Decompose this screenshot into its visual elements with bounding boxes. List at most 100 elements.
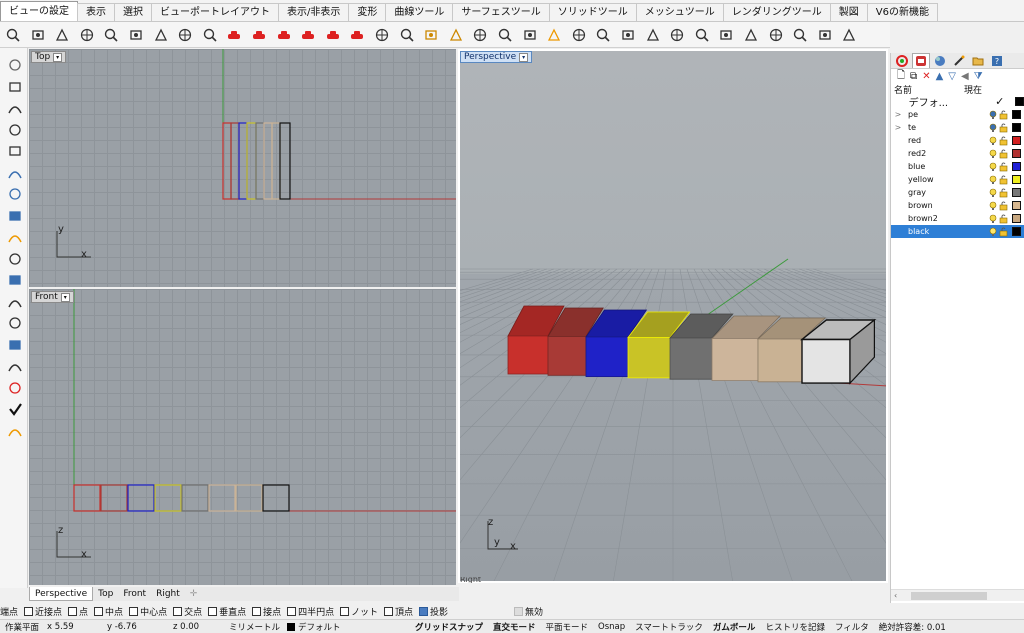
filter-toggle[interactable]: フィルタ (830, 621, 874, 633)
osnap-0[interactable]: 端点 (0, 605, 18, 618)
history-toggle[interactable]: ヒストリを記録 (760, 621, 830, 633)
layer-color-swatch[interactable] (1012, 201, 1021, 210)
layer-color-swatch[interactable] (1012, 175, 1021, 184)
osnap-1[interactable]: 近接点 (24, 605, 62, 618)
layer-name[interactable]: black (905, 227, 987, 236)
help-icon[interactable]: ? (988, 53, 1006, 68)
checkbox-icon[interactable] (68, 606, 78, 616)
layer-color-swatch[interactable] (1012, 188, 1021, 197)
checkbox-icon[interactable] (514, 606, 523, 616)
mesh-icon[interactable] (5, 207, 25, 225)
move-down-icon[interactable]: ▽ (948, 71, 956, 82)
layer-color-swatch[interactable] (1012, 149, 1021, 158)
layer-row-te[interactable]: > te (891, 121, 1024, 134)
layer-row-black[interactable]: black (891, 225, 1024, 238)
move-up-icon[interactable]: ▲ (936, 71, 944, 82)
checkbox-icon[interactable] (287, 606, 297, 616)
scroll-left-icon[interactable]: ‹ (891, 591, 897, 600)
tab-solid-tools[interactable]: ソリッドツール (548, 3, 637, 21)
move-icon[interactable] (644, 26, 662, 44)
lock-icon[interactable] (998, 123, 1009, 133)
add-viewport-icon[interactable]: ✛ (185, 587, 203, 601)
viewport-perspective[interactable]: Perspective ▾ z y x Right (458, 49, 888, 583)
new-layer-icon[interactable]: 🗋 (897, 68, 905, 85)
sphere-icon[interactable] (5, 164, 25, 182)
group-icon[interactable] (5, 379, 25, 397)
zoom-dynamic-icon[interactable] (78, 26, 96, 44)
visibility-bulb-icon[interactable] (987, 110, 998, 120)
osnap-8[interactable]: 四半円点 (287, 605, 334, 618)
osnap-11[interactable]: 投影 (418, 605, 448, 618)
layer-row-red[interactable]: red (891, 134, 1024, 147)
tab-drafting[interactable]: 製図 (829, 3, 868, 21)
osnap-toggle[interactable]: Osnap (593, 622, 630, 632)
delete-icon[interactable]: ✕ (922, 71, 930, 82)
new-sublayer-icon[interactable]: ⧉ (910, 71, 917, 82)
osnap-9[interactable]: ノット (340, 605, 378, 618)
current-layer[interactable]: デフォルト (282, 621, 410, 633)
layer-color-swatch[interactable] (1015, 97, 1024, 106)
lock-icon[interactable] (998, 188, 1009, 198)
tab-mesh-tools[interactable]: メッシュツール (635, 3, 724, 21)
layer-row-blue[interactable]: blue (891, 160, 1024, 173)
checkbox-icon[interactable] (208, 606, 218, 616)
camera-record-icon[interactable] (373, 26, 391, 44)
viewport-top[interactable]: Top ▾ y x (29, 49, 456, 287)
extrude-icon[interactable] (5, 228, 25, 246)
car-red4-icon[interactable] (324, 26, 342, 44)
osnap-7[interactable]: 接点 (252, 605, 281, 618)
visibility-bulb-icon[interactable] (987, 227, 998, 237)
boolean-icon[interactable] (5, 250, 25, 268)
rotate-view-icon[interactable] (29, 26, 47, 44)
chevron-down-icon[interactable]: ▾ (60, 292, 70, 302)
compass-icon[interactable] (521, 26, 539, 44)
checkbox-icon[interactable] (383, 606, 393, 616)
sport-car-icon[interactable] (348, 26, 366, 44)
planar-toggle[interactable]: 平面モード (541, 621, 594, 633)
visibility-bulb-icon[interactable] (987, 175, 998, 185)
undo-view-icon[interactable] (152, 26, 170, 44)
lock-icon[interactable] (998, 201, 1009, 211)
zoom-target-icon[interactable] (201, 26, 219, 44)
target-icon[interactable] (545, 26, 563, 44)
expand-icon[interactable]: > (891, 110, 905, 119)
display-icon[interactable] (950, 53, 968, 68)
point-icon[interactable] (5, 56, 25, 74)
rotate-arrows-icon[interactable] (767, 26, 785, 44)
tab-v6-new[interactable]: V6の新機能 (866, 3, 938, 21)
lock-icon[interactable] (998, 175, 1009, 185)
car-red3-icon[interactable] (299, 26, 317, 44)
cplane-label[interactable]: 作業平面 (0, 621, 42, 633)
cube-icon[interactable] (619, 26, 637, 44)
checkbox-icon[interactable] (129, 606, 139, 616)
layers-icon[interactable] (912, 53, 930, 68)
layer-name[interactable]: te (905, 123, 987, 132)
curve-icon[interactable] (5, 142, 25, 160)
layer-name[interactable]: yellow (905, 175, 987, 184)
layer-color-swatch[interactable] (1012, 123, 1021, 132)
lock-icon[interactable] (998, 227, 1009, 237)
tab-perspective[interactable]: Perspective (29, 587, 94, 601)
grid-snap-toggle[interactable]: グリッドスナップ (410, 621, 488, 633)
tab-view-settings[interactable]: ビューの設定 (0, 1, 78, 21)
car-red2-icon[interactable] (275, 26, 293, 44)
fillet-icon[interactable] (5, 271, 25, 289)
layer-name[interactable]: brown (905, 201, 987, 210)
filter-icon[interactable]: ⧩ (974, 71, 983, 82)
layer-color-swatch[interactable] (1012, 110, 1021, 119)
zoom-in-icon[interactable] (176, 26, 194, 44)
folder-icon[interactable] (969, 53, 987, 68)
move-tool-icon[interactable] (5, 293, 25, 311)
checkbox-icon[interactable] (173, 606, 183, 616)
layer-row-[interactable]: デフォ... ✓ (891, 95, 1024, 109)
layer-name[interactable]: red (905, 136, 987, 145)
text-tool-icon[interactable] (5, 357, 25, 375)
box-icon[interactable] (5, 185, 25, 203)
visibility-bulb-icon[interactable] (987, 149, 998, 159)
layer-name[interactable]: gray (905, 188, 987, 197)
properties-icon[interactable] (893, 53, 911, 68)
move-left-icon[interactable]: ◀ (961, 71, 969, 82)
materials-icon[interactable] (931, 53, 949, 68)
checkbox-icon[interactable] (340, 606, 350, 616)
circle-icon[interactable] (5, 99, 25, 117)
